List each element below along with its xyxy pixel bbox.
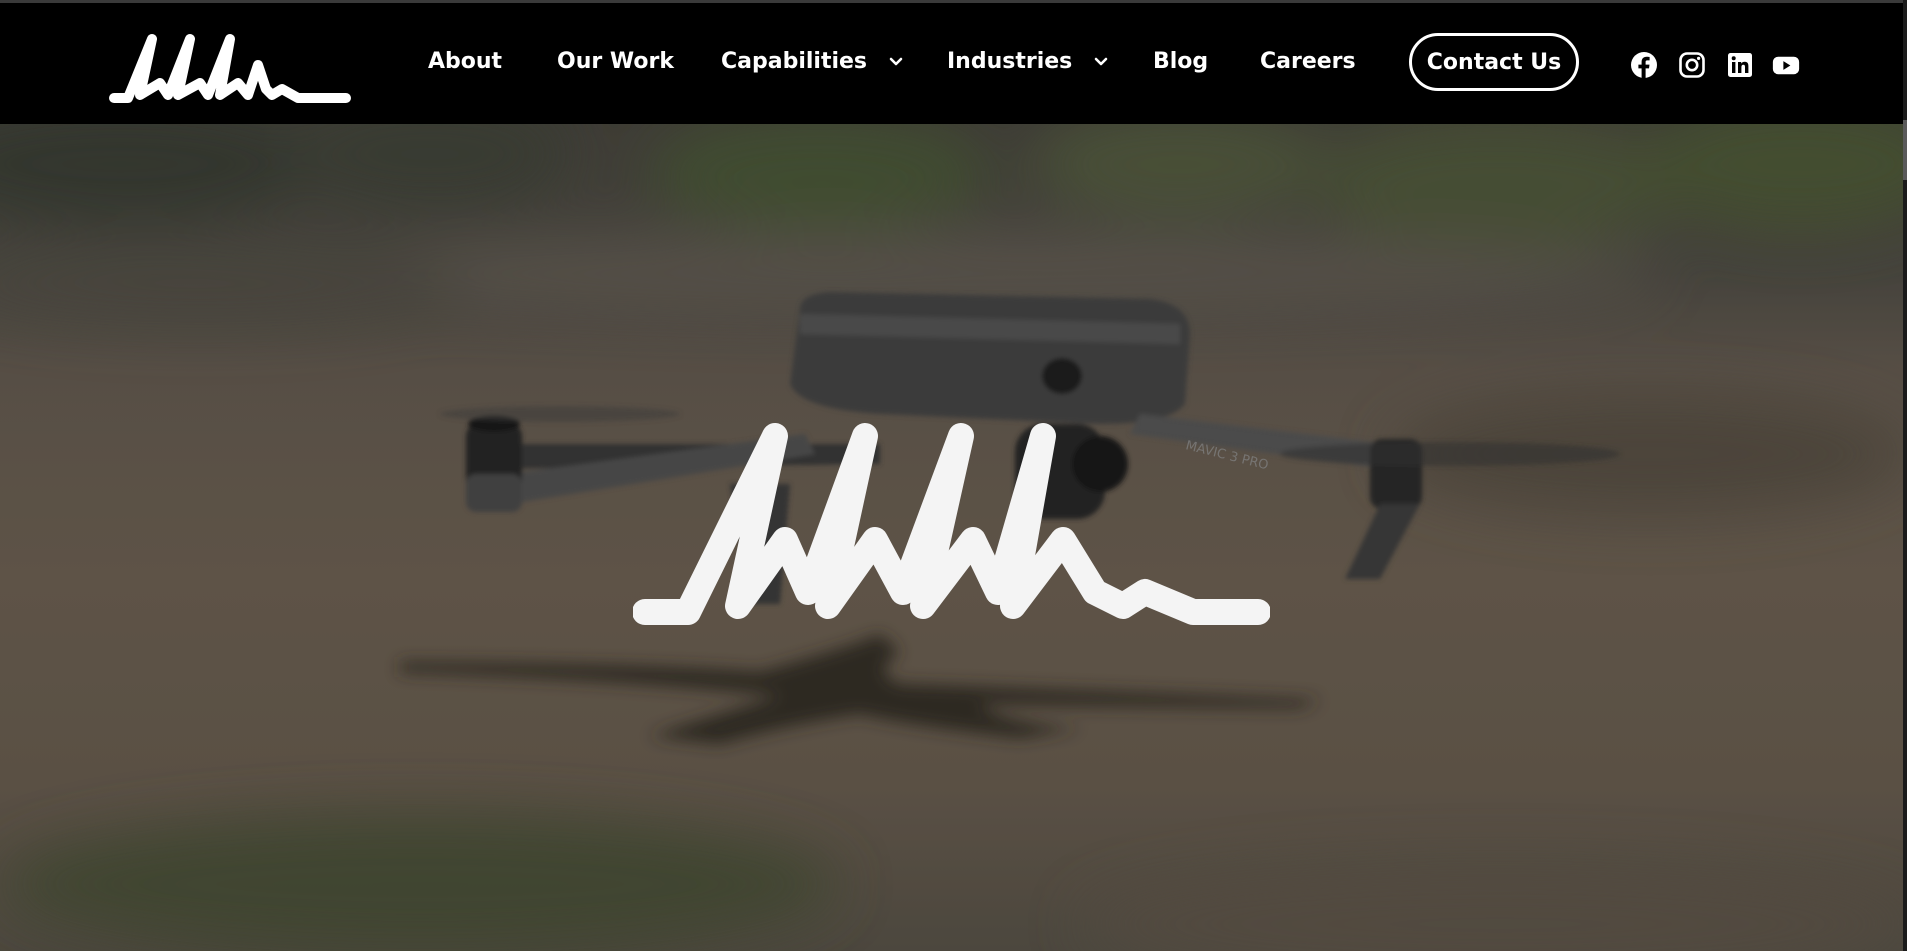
nav-blog[interactable]: Blog [1153, 49, 1208, 75]
nav-capabilities[interactable]: Capabilities [721, 49, 903, 75]
nav-capabilities-label: Capabilities [721, 49, 868, 74]
hero-section: MAVIC 3 PRO [0, 124, 1903, 951]
site-header: About Our Work Capabilities Industries B… [0, 3, 1903, 124]
scrollbar-thumb[interactable] [1903, 120, 1907, 180]
chevron-down-icon [1094, 57, 1108, 66]
contact-us-label: Contact Us [1426, 49, 1562, 75]
nav-industries[interactable]: Industries [947, 49, 1108, 75]
scrollbar[interactable] [1903, 0, 1907, 951]
nav-our-work[interactable]: Our Work [557, 49, 674, 75]
nav-blog-label: Blog [1153, 49, 1209, 74]
nav-our-work-label: Our Work [557, 49, 674, 74]
site-logo[interactable] [108, 21, 358, 106]
instagram-icon[interactable] [1678, 51, 1706, 79]
nav-industries-label: Industries [947, 49, 1073, 74]
page: About Our Work Capabilities Industries B… [0, 0, 1907, 951]
contact-us-button[interactable]: Contact Us [1409, 33, 1579, 91]
facebook-icon[interactable] [1630, 51, 1658, 79]
hero-logo [633, 423, 1270, 625]
linkedin-icon[interactable] [1726, 51, 1754, 79]
chevron-down-icon [889, 57, 903, 66]
nav-about[interactable]: About [428, 49, 502, 75]
nav-about-label: About [428, 49, 503, 74]
nav-careers-label: Careers [1260, 49, 1356, 74]
youtube-icon[interactable] [1772, 51, 1800, 79]
nav-careers[interactable]: Careers [1260, 49, 1356, 75]
